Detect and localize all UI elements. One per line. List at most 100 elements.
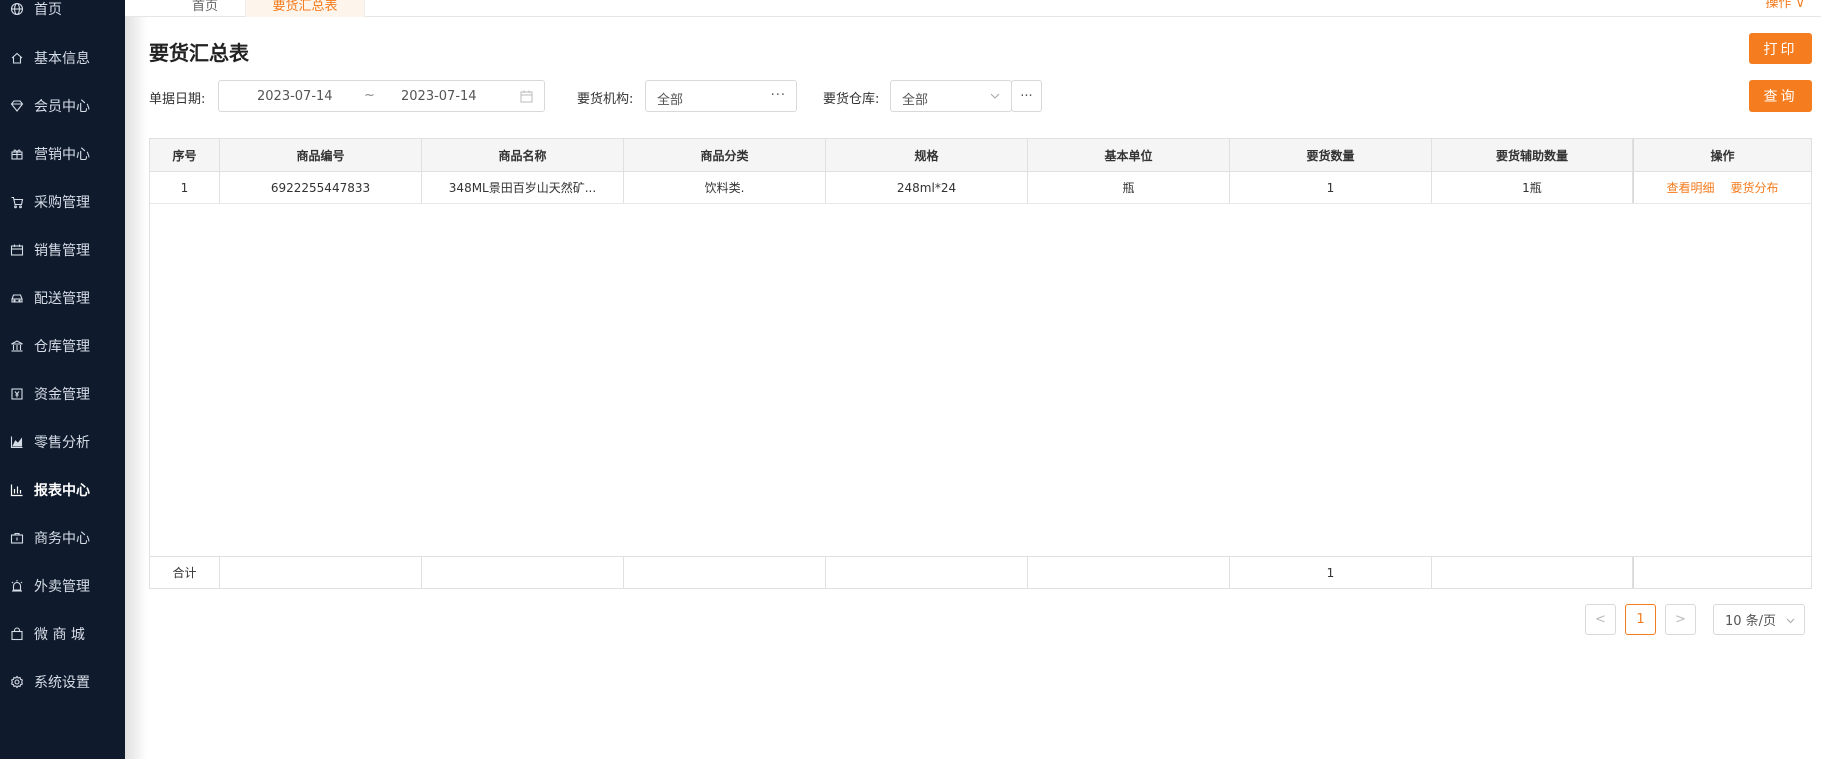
- footer-cell: [422, 557, 624, 588]
- sidebar-item-delivery[interactable]: 配送管理: [0, 283, 125, 313]
- query-button[interactable]: 查询: [1749, 80, 1812, 112]
- money-icon: [10, 387, 24, 401]
- sidebar-item-label: 营销中心: [34, 147, 90, 163]
- sidebar-item-marketing[interactable]: 营销中心: [0, 139, 125, 169]
- sidebar-item-basic-info[interactable]: 基本信息: [0, 43, 125, 73]
- print-button[interactable]: 打印: [1749, 33, 1812, 64]
- sidebar-item-home[interactable]: 首页: [0, 0, 125, 24]
- sidebar-item-label: 报表中心: [34, 483, 90, 499]
- cell-spec: 248ml*24: [826, 172, 1028, 203]
- calendar-icon: [10, 243, 24, 257]
- sidebar-shadow: [125, 0, 147, 759]
- sidebar-item-label: 外卖管理: [34, 579, 90, 595]
- page-size-value: 10 条/页: [1725, 614, 1777, 629]
- warehouse-select[interactable]: 全部: [890, 80, 1012, 112]
- header-aux-qty: 要货辅助数量: [1432, 139, 1633, 171]
- briefcase-icon: [10, 531, 24, 545]
- date-label: 单据日期:: [149, 92, 206, 107]
- sidebar-item-label: 基本信息: [34, 51, 90, 67]
- date-end[interactable]: 2023-07-14: [401, 89, 477, 104]
- header-index: 序号: [150, 139, 220, 171]
- area-chart-icon: [10, 435, 24, 449]
- footer-cell: [1028, 557, 1230, 588]
- sidebar-item-label: 仓库管理: [34, 339, 90, 355]
- sidebar-item-warehouse[interactable]: 仓库管理: [0, 331, 125, 361]
- bank-icon: [10, 339, 24, 353]
- sidebar-item-takeout[interactable]: 外卖管理: [0, 571, 125, 601]
- sidebar: 首页 基本信息 会员中心 营销中心 采购管理 销售管理 配送管理 仓库管理 资金…: [0, 0, 125, 759]
- table-footer: 合计 1: [150, 556, 1811, 588]
- sidebar-item-finance[interactable]: 资金管理: [0, 379, 125, 409]
- cell-index: 1: [150, 172, 220, 203]
- org-value: 全部: [657, 93, 684, 108]
- page-size-select[interactable]: 10 条/页: [1713, 604, 1805, 635]
- page-1-button[interactable]: 1: [1625, 604, 1656, 635]
- tab-report-summary[interactable]: 要货汇总表: [245, 0, 365, 17]
- sidebar-item-micro-mall[interactable]: 微 商 城: [0, 619, 125, 649]
- sidebar-item-settings[interactable]: 系统设置: [0, 667, 125, 697]
- warehouse-more-button[interactable]: ···: [1011, 80, 1042, 112]
- sidebar-item-business-center[interactable]: 商务中心: [0, 523, 125, 553]
- footer-total-label: 合计: [150, 557, 220, 588]
- tab-bar: 首页 要货汇总表 操作 ∨: [125, 0, 1821, 17]
- gear-icon: [10, 675, 24, 689]
- org-select[interactable]: 全部 ···: [645, 80, 797, 112]
- view-detail-link[interactable]: 查看明细: [1666, 179, 1714, 196]
- tab-operation-menu[interactable]: 操作 ∨: [1765, 0, 1805, 12]
- alarm-icon: [10, 579, 24, 593]
- shopping-bag-icon: [10, 627, 24, 641]
- tab-home[interactable]: 首页: [165, 0, 245, 17]
- sidebar-item-label: 零售分析: [34, 435, 90, 451]
- header-name: 商品名称: [422, 139, 624, 171]
- footer-cell: [624, 557, 826, 588]
- header-qty: 要货数量: [1230, 139, 1432, 171]
- date-start[interactable]: 2023-07-14: [257, 89, 333, 104]
- chevron-down-icon: [990, 93, 1000, 99]
- date-range-picker[interactable]: 2023-07-14 ~ 2023-07-14: [218, 80, 545, 112]
- org-label: 要货机构:: [577, 92, 634, 107]
- sidebar-item-purchase[interactable]: 采购管理: [0, 187, 125, 217]
- calendar-icon: [520, 90, 533, 103]
- sidebar-item-sales[interactable]: 销售管理: [0, 235, 125, 265]
- distribution-link[interactable]: 要货分布: [1731, 179, 1779, 196]
- footer-cell: [1432, 557, 1633, 588]
- sidebar-item-label: 商务中心: [34, 531, 90, 547]
- cell-operations: 查看明细 要货分布: [1633, 172, 1811, 203]
- sidebar-item-label: 采购管理: [34, 195, 90, 211]
- header-unit: 基本单位: [1028, 139, 1230, 171]
- globe-icon: [10, 2, 24, 16]
- cell-unit: 瓶: [1028, 172, 1230, 203]
- sidebar-item-label: 配送管理: [34, 291, 90, 307]
- table-header: 序号 商品编号 商品名称 商品分类 规格 基本单位 要货数量 要货辅助数量 操作: [150, 139, 1811, 172]
- cell-qty: 1: [1230, 172, 1432, 203]
- sidebar-item-report-center[interactable]: 报表中心: [0, 475, 125, 505]
- cell-category: 饮料类.: [624, 172, 826, 203]
- page-title: 要货汇总表: [149, 41, 249, 65]
- sidebar-item-retail-analysis[interactable]: 零售分析: [0, 427, 125, 457]
- sidebar-item-label: 微 商 城: [34, 627, 85, 643]
- warehouse-value: 全部: [902, 93, 929, 108]
- footer-cell: [220, 557, 422, 588]
- home-icon: [10, 51, 24, 65]
- header-code: 商品编号: [220, 139, 422, 171]
- sidebar-item-member-center[interactable]: 会员中心: [0, 91, 125, 121]
- sidebar-item-label: 首页: [34, 2, 62, 18]
- car-icon: [10, 291, 24, 305]
- sidebar-item-label: 资金管理: [34, 387, 90, 403]
- footer-qty-total: 1: [1230, 557, 1432, 588]
- date-separator: ~: [364, 88, 375, 103]
- summary-table: 序号 商品编号 商品名称 商品分类 规格 基本单位 要货数量 要货辅助数量 操作…: [149, 138, 1812, 589]
- sidebar-item-label: 销售管理: [34, 243, 90, 259]
- diamond-icon: [10, 99, 24, 113]
- header-operation: 操作: [1633, 139, 1811, 171]
- header-category: 商品分类: [624, 139, 826, 171]
- next-page-button[interactable]: >: [1665, 604, 1696, 635]
- more-icon[interactable]: ···: [771, 88, 786, 103]
- cart-icon: [10, 195, 24, 209]
- sidebar-item-label: 系统设置: [34, 675, 90, 691]
- header-spec: 规格: [826, 139, 1028, 171]
- table-row: 1 6922255447833 348ML景田百岁山天然矿... 饮料类. 24…: [150, 172, 1811, 204]
- gift-icon: [10, 147, 24, 161]
- prev-page-button[interactable]: <: [1585, 604, 1616, 635]
- footer-cell: [1633, 557, 1811, 588]
